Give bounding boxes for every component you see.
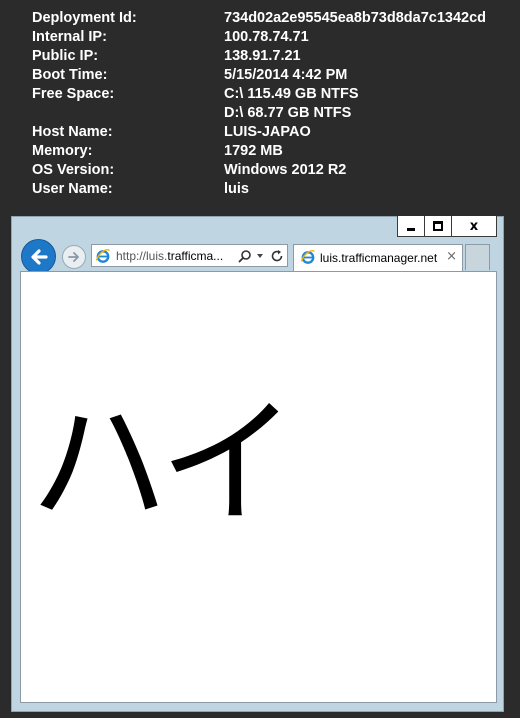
bginfo-value: 100.78.74.71 <box>224 29 309 45</box>
bginfo-panel: Deployment Id: 734d02a2e95545ea8b73d8da7… <box>32 9 520 199</box>
address-url-prefix: http://luis. <box>116 249 168 263</box>
address-url-domain: trafficma... <box>167 249 224 263</box>
tab-close-icon[interactable]: × <box>446 249 457 265</box>
minimize-button[interactable] <box>397 216 425 237</box>
address-url: http://luis.trafficma... <box>116 248 223 264</box>
arrow-right-icon <box>68 252 79 262</box>
bginfo-label: Boot Time: <box>32 67 108 83</box>
bginfo-label: Internal IP: <box>32 29 107 45</box>
ie-logo-icon <box>300 250 315 264</box>
bginfo-label: Deployment Id: <box>32 10 137 26</box>
close-window-button[interactable]: x <box>451 216 497 237</box>
bginfo-label: Free Space: <box>32 86 115 102</box>
page-heading: ハイ <box>30 383 297 544</box>
forward-button[interactable] <box>62 245 86 269</box>
maximize-icon <box>433 221 443 231</box>
bginfo-row-free-space-c: Free Space: C:\ 115.49 GB NTFS <box>32 85 520 104</box>
search-icon[interactable] <box>238 249 252 263</box>
browser-tab[interactable]: luis.trafficmanager.net × <box>293 244 463 271</box>
bginfo-row-deployment-id: Deployment Id: 734d02a2e95545ea8b73d8da7… <box>32 9 520 28</box>
bginfo-label: Host Name: <box>32 124 113 140</box>
maximize-button[interactable] <box>424 216 452 237</box>
bginfo-row-user-name: User Name: luis <box>32 180 520 199</box>
bginfo-label: User Name: <box>32 181 113 197</box>
tab-title: luis.trafficmanager.net <box>320 251 438 265</box>
bginfo-value: D:\ 68.77 GB NTFS <box>224 105 352 121</box>
bginfo-row-os-version: OS Version: Windows 2012 R2 <box>32 161 520 180</box>
chevron-down-icon[interactable] <box>256 252 264 260</box>
bginfo-row-memory: Memory: 1792 MB <box>32 142 520 161</box>
address-bar[interactable]: http://luis.trafficma... <box>91 244 288 267</box>
bginfo-row-host-name: Host Name: LUIS-JAPAO <box>32 123 520 142</box>
bginfo-row-public-ip: Public IP: 138.91.7.21 <box>32 47 520 66</box>
bginfo-value: luis <box>224 181 249 197</box>
refresh-icon[interactable] <box>270 249 284 263</box>
bginfo-label: Public IP: <box>32 48 99 64</box>
bginfo-value: 734d02a2e95545ea8b73d8da7c1342cd <box>224 10 487 26</box>
arrow-left-icon <box>30 248 48 265</box>
bginfo-row-internal-ip: Internal IP: 100.78.74.71 <box>32 28 520 47</box>
bginfo-row-boot-time: Boot Time: 5/15/2014 4:42 PM <box>32 66 520 85</box>
page-content: ハイ <box>20 271 497 703</box>
window-caption-buttons: x <box>397 216 497 238</box>
browser-window: x http://luis.trafficma... luis.trafficm… <box>11 216 504 712</box>
bginfo-label: Memory: <box>32 143 93 159</box>
close-icon: x <box>469 218 479 234</box>
bginfo-value: C:\ 115.49 GB NTFS <box>224 86 359 102</box>
new-tab-button[interactable] <box>465 244 490 270</box>
bginfo-value: LUIS-JAPAO <box>224 124 311 140</box>
bginfo-value: 138.91.7.21 <box>224 48 301 64</box>
bginfo-value: Windows 2012 R2 <box>224 162 347 178</box>
bginfo-label: OS Version: <box>32 162 115 178</box>
bginfo-row-free-space-d: D:\ 68.77 GB NTFS <box>32 104 520 123</box>
minimize-icon <box>407 227 415 231</box>
bginfo-value: 5/15/2014 4:42 PM <box>224 67 348 83</box>
bginfo-value: 1792 MB <box>224 143 283 159</box>
ie-logo-icon <box>95 249 110 263</box>
back-button[interactable] <box>21 239 56 274</box>
